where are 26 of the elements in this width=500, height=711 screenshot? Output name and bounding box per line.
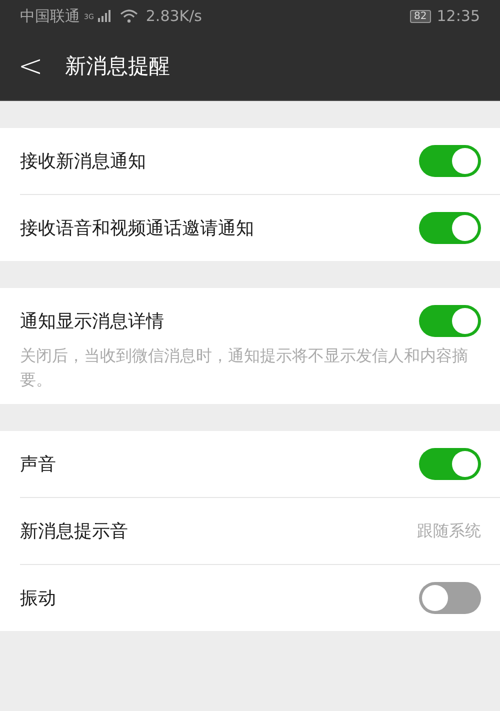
setting-label: 接收新消息通知 xyxy=(20,150,146,173)
toggle-switch[interactable] xyxy=(419,212,481,244)
wifi-icon xyxy=(120,9,138,23)
setting-description: 关闭后，当收到微信消息时，通知提示将不显示发信人和内容摘要。 xyxy=(20,345,469,391)
carrier-name: 中国联通 xyxy=(20,6,80,26)
toggle-switch[interactable] xyxy=(419,448,481,480)
signal-icon xyxy=(98,10,112,22)
toggle-switch[interactable] xyxy=(419,305,481,337)
setting-label: 通知显示消息详情 xyxy=(20,310,164,333)
toggle-switch[interactable] xyxy=(419,145,481,177)
setting-label: 接收语音和视频通话邀请通知 xyxy=(20,217,254,240)
clock-time: 12:35 xyxy=(436,7,480,25)
settings-row[interactable]: 接收语音和视频通话邀请通知 xyxy=(20,194,500,261)
settings-row[interactable]: 声音 xyxy=(20,431,500,497)
page-title: 新消息提醒 xyxy=(65,53,170,80)
setting-label: 新消息提示音 xyxy=(20,520,128,543)
back-button[interactable]: < xyxy=(12,48,50,84)
setting-label: 声音 xyxy=(20,453,56,476)
battery-icon: 82 xyxy=(410,10,431,22)
toggle-switch[interactable] xyxy=(419,582,481,614)
settings-row[interactable]: 振动 xyxy=(20,564,500,631)
network-speed: 2.83K/s xyxy=(146,7,202,25)
setting-label: 振动 xyxy=(20,587,56,610)
settings-row[interactable]: 新消息提示音 跟随系统 xyxy=(20,497,500,564)
setting-value: 跟随系统 xyxy=(417,520,481,542)
settings-row[interactable]: 接收新消息通知 xyxy=(20,128,500,194)
